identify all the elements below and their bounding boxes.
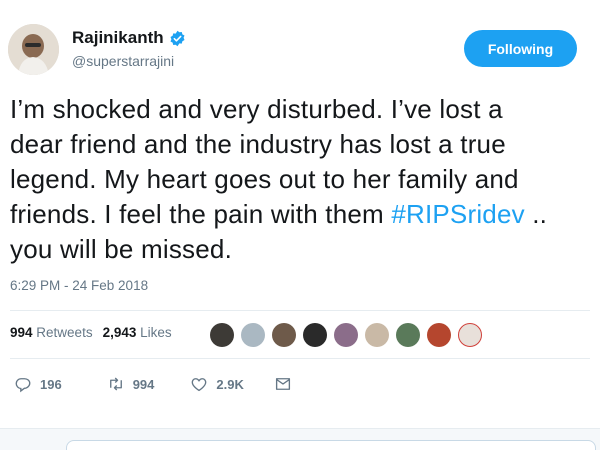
like-icon xyxy=(192,378,207,392)
tweet-line: legend. My heart goes out to her family … xyxy=(10,164,519,194)
liker-avatar[interactable] xyxy=(396,323,420,347)
direct-message-button[interactable] xyxy=(274,375,292,393)
likes-stat[interactable]: 2,943 Likes xyxy=(103,325,172,340)
retweet-icon xyxy=(109,377,122,391)
liker-avatar[interactable] xyxy=(458,323,482,347)
liker-avatar[interactable] xyxy=(334,323,358,347)
liker-avatar[interactable] xyxy=(241,323,265,347)
like-count: 2.9K xyxy=(216,376,244,392)
likes-count: 2,943 xyxy=(102,325,137,340)
tweet-timestamp[interactable]: 6:29 PM - 24 Feb 2018 xyxy=(10,278,148,293)
liker-avatar[interactable] xyxy=(303,323,327,347)
avatar-image xyxy=(8,24,59,75)
retweets-count: 994 xyxy=(10,325,33,340)
message-icon xyxy=(275,378,290,390)
display-name[interactable]: Rajinikanth xyxy=(72,28,164,48)
retweets-stat[interactable]: 994 Retweets xyxy=(10,325,93,340)
tweet-text: I’m shocked and very disturbed. I’ve los… xyxy=(10,92,600,267)
tweet-header: Rajinikanth @superstarrajini Following xyxy=(0,0,600,90)
retweet-button[interactable]: 994 xyxy=(107,375,155,393)
tweet-line: you will be missed. xyxy=(10,234,232,264)
retweet-count: 994 xyxy=(132,376,155,392)
user-handle[interactable]: @superstarrajini xyxy=(72,53,174,69)
tweet-line: I’m shocked and very disturbed. I’ve los… xyxy=(10,94,503,124)
tweet-line: friends. I feel the pain with them #RIPS… xyxy=(10,197,600,232)
tweet-line-ellipsis: .. xyxy=(524,199,548,229)
avatar[interactable] xyxy=(8,24,59,75)
reply-button[interactable]: 196 xyxy=(14,375,62,393)
following-button[interactable]: Following xyxy=(464,30,577,67)
tweet-line-text: friends. I feel the pain with them xyxy=(10,199,392,229)
likes-label: Likes xyxy=(140,325,172,340)
retweets-label: Retweets xyxy=(36,325,93,340)
reply-input[interactable] xyxy=(66,440,596,450)
like-button[interactable]: 2.9K xyxy=(190,375,244,393)
divider xyxy=(10,310,590,311)
liker-avatar[interactable] xyxy=(210,323,234,347)
liker-avatar[interactable] xyxy=(427,323,451,347)
liker-avatar[interactable] xyxy=(272,323,296,347)
tweet-actions: 196 994 2.9K xyxy=(14,375,292,393)
tweet-stats: 994 Retweets 2,943 Likes xyxy=(10,325,172,340)
tweet-line: dear friend and the industry has lost a … xyxy=(10,129,506,159)
divider xyxy=(10,358,590,359)
hashtag-link[interactable]: #RIPSridev xyxy=(391,199,525,229)
reply-icon xyxy=(15,378,31,393)
name-row: Rajinikanth xyxy=(72,28,186,48)
reply-count: 196 xyxy=(40,376,62,392)
liker-avatars xyxy=(210,323,489,347)
verified-icon xyxy=(170,30,185,46)
liker-avatar[interactable] xyxy=(365,323,389,347)
